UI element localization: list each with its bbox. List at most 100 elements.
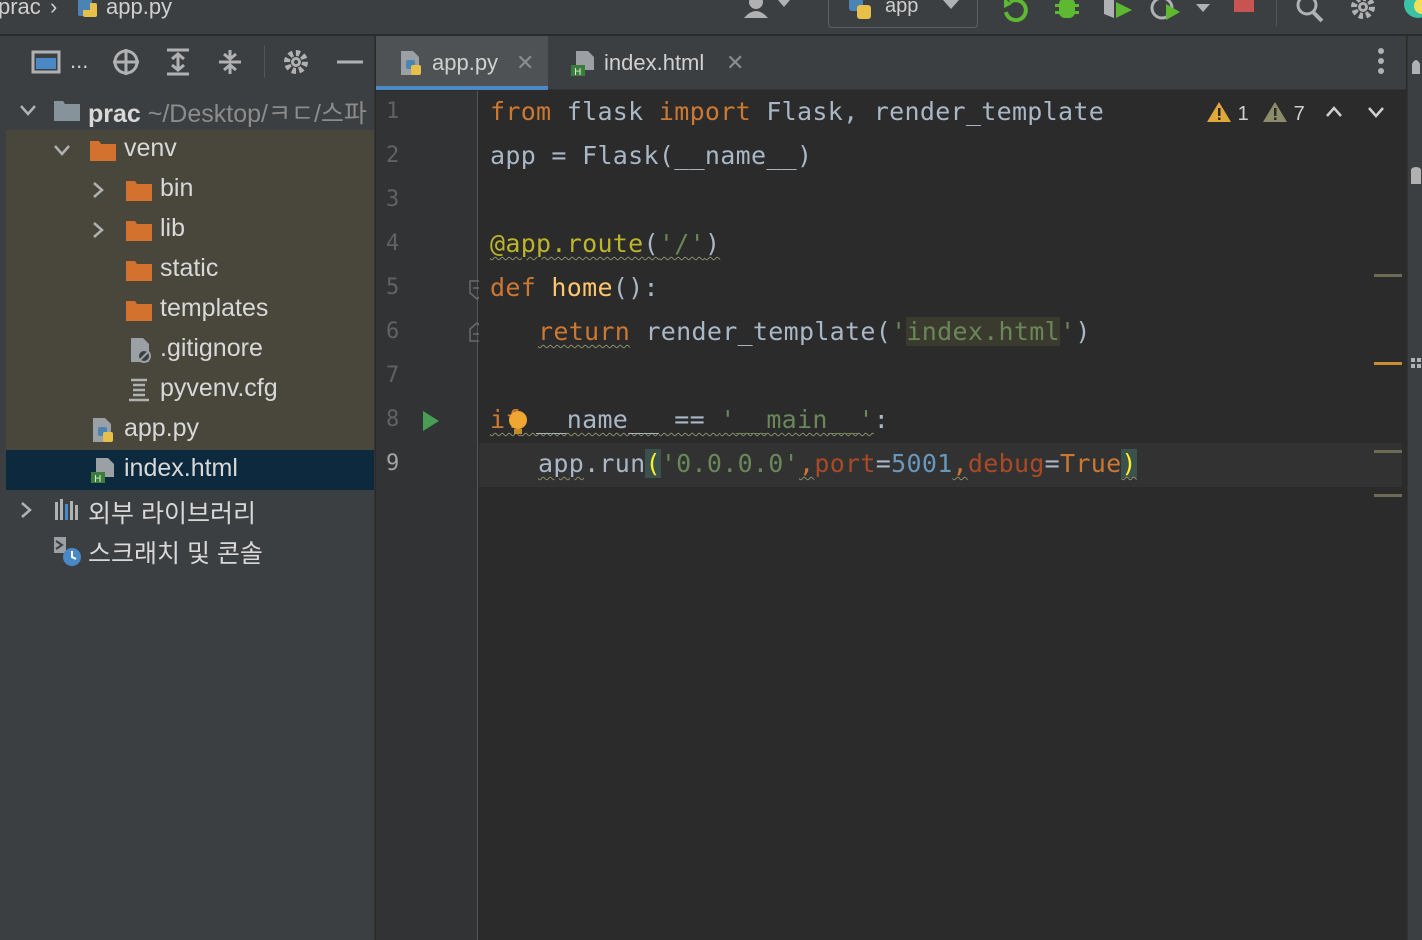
tree-label: pyvenv.cfg xyxy=(160,374,278,402)
python-file-icon xyxy=(396,48,426,84)
tree-node-pyvenv-cfg[interactable]: pyvenv.cfg xyxy=(6,370,374,410)
tree-node-index-html[interactable]: H index.html xyxy=(6,450,374,490)
html-file-icon: H xyxy=(568,48,598,84)
tab-index-html[interactable]: H index.html ✕ xyxy=(548,36,748,90)
tree-node-gitignore[interactable]: .gitignore xyxy=(6,330,374,370)
breadcrumb-project[interactable]: prac xyxy=(0,0,41,20)
folder-icon xyxy=(88,135,118,165)
error-indicator[interactable]: 1 xyxy=(1206,100,1249,126)
tree-node-external-libraries[interactable]: 외부 라이브러리 xyxy=(6,490,374,530)
editor-gutter: 1 2 3 4 5 6 7 8 9 xyxy=(376,91,485,940)
code-line-9: app.run('0.0.0.0',port=5001,debug=True) xyxy=(538,449,1137,478)
chevron-up-icon[interactable] xyxy=(1324,102,1344,128)
tab-label: index.html xyxy=(604,50,705,75)
library-icon xyxy=(52,495,82,525)
right-tool-strip xyxy=(1407,36,1422,940)
code-editor[interactable]: from flask import Flask, render_template… xyxy=(479,91,1402,940)
folder-icon xyxy=(124,175,154,205)
tree-node-bin[interactable]: bin xyxy=(6,170,374,210)
error-stripe-mark[interactable] xyxy=(1374,274,1402,277)
tree-node-lib[interactable]: lib xyxy=(6,210,374,250)
chevron-right-icon[interactable] xyxy=(16,498,36,518)
gear-icon[interactable] xyxy=(280,46,312,78)
close-icon[interactable]: ✕ xyxy=(726,50,744,76)
python-file-icon xyxy=(74,0,100,26)
line-number: 7 xyxy=(386,363,400,388)
run-with-coverage-icon[interactable] xyxy=(1100,0,1136,29)
weak-warning-icon xyxy=(1263,102,1287,122)
project-root-name: prac xyxy=(88,100,141,128)
stop-icon[interactable] xyxy=(1232,0,1256,23)
tab-label: app.py xyxy=(432,50,499,75)
breadcrumb-file[interactable]: app.py xyxy=(106,0,172,20)
warning-count: 7 xyxy=(1293,103,1305,125)
error-stripe-mark[interactable] xyxy=(1374,494,1402,497)
database-icon[interactable] xyxy=(1411,166,1421,193)
line-number: 5 xyxy=(386,275,400,300)
svg-text:H: H xyxy=(94,474,102,485)
tree-node-project-root[interactable]: prac ~/Desktop/ㅋㄷ/스파 xyxy=(6,90,374,130)
gear-icon[interactable] xyxy=(1348,0,1378,29)
line-number: 9 xyxy=(386,451,400,476)
tab-app-py[interactable]: app.py ✕ xyxy=(376,36,548,90)
more-vertical-icon[interactable] xyxy=(1376,46,1386,81)
project-root-path: ~/Desktop/ㅋㄷ/스파 xyxy=(147,100,367,128)
line-number: 4 xyxy=(386,231,400,256)
tree-node-app-py[interactable]: app.py xyxy=(6,410,374,450)
html-file-icon: H xyxy=(88,455,118,485)
ide-logo-icon[interactable] xyxy=(1400,0,1422,29)
error-stripe-mark[interactable] xyxy=(1374,362,1402,365)
code-line-8: if __name__ == '__main__': xyxy=(490,405,890,434)
run-gutter-icon[interactable] xyxy=(420,409,442,438)
window-icon[interactable] xyxy=(30,46,62,78)
main-toolbar: prac › app.py app xyxy=(0,0,1422,35)
ignored-file-icon xyxy=(124,335,154,365)
debug-icon[interactable] xyxy=(1052,0,1082,29)
warning-icon xyxy=(1207,102,1231,122)
tree-label: venv xyxy=(124,134,177,162)
search-icon[interactable] xyxy=(1294,0,1326,29)
rerun-icon[interactable] xyxy=(1000,0,1032,29)
tree-label: static xyxy=(160,254,219,282)
folder-icon xyxy=(124,255,154,285)
chevron-down-icon[interactable] xyxy=(52,138,72,158)
user-icon[interactable] xyxy=(740,0,792,29)
tree-label: app.py xyxy=(124,414,200,442)
line-number: 6 xyxy=(386,319,400,344)
line-number: 1 xyxy=(386,99,400,124)
toolbar-separator xyxy=(264,46,265,78)
tree-label: 스크래치 및 콘솔 xyxy=(88,540,263,568)
tree-node-templates[interactable]: templates xyxy=(6,290,374,330)
error-stripe-mark[interactable] xyxy=(1374,450,1402,453)
folder-icon xyxy=(124,295,154,325)
line-number: 3 xyxy=(386,187,400,212)
project-view-more[interactable]: ... xyxy=(70,48,88,74)
error-count: 1 xyxy=(1237,103,1249,125)
collapse-all-icon[interactable] xyxy=(214,46,246,78)
expand-all-icon[interactable] xyxy=(162,46,194,78)
run-configuration-selector[interactable]: app xyxy=(828,0,978,28)
notifications-icon[interactable] xyxy=(1410,54,1422,83)
code-line-1: from flask import Flask, render_template xyxy=(490,97,1105,126)
hide-icon[interactable] xyxy=(334,46,366,78)
close-icon[interactable]: ✕ xyxy=(516,50,534,76)
tree-node-scratches[interactable]: 스크래치 및 콘솔 xyxy=(6,530,374,570)
tree-node-static[interactable]: static xyxy=(6,250,374,290)
toolbar-separator xyxy=(1276,0,1277,26)
config-file-icon xyxy=(124,375,154,405)
python-file-icon xyxy=(88,415,118,445)
locate-icon[interactable] xyxy=(110,46,142,78)
chevron-down-icon[interactable] xyxy=(18,98,38,118)
breadcrumb-separator: › xyxy=(50,0,58,19)
run-configuration-label: app xyxy=(885,0,919,17)
tree-node-venv[interactable]: venv xyxy=(6,130,374,170)
sciview-icon[interactable] xyxy=(1411,358,1421,381)
intention-bulb-icon[interactable] xyxy=(507,409,529,442)
chevron-down-icon[interactable] xyxy=(1366,102,1386,128)
profile-icon[interactable] xyxy=(1148,0,1218,29)
tree-label: bin xyxy=(160,174,194,202)
chevron-right-icon[interactable] xyxy=(88,218,108,238)
tree-label: templates xyxy=(160,294,269,322)
warning-indicator[interactable]: 7 xyxy=(1262,100,1305,126)
chevron-right-icon[interactable] xyxy=(88,178,108,198)
